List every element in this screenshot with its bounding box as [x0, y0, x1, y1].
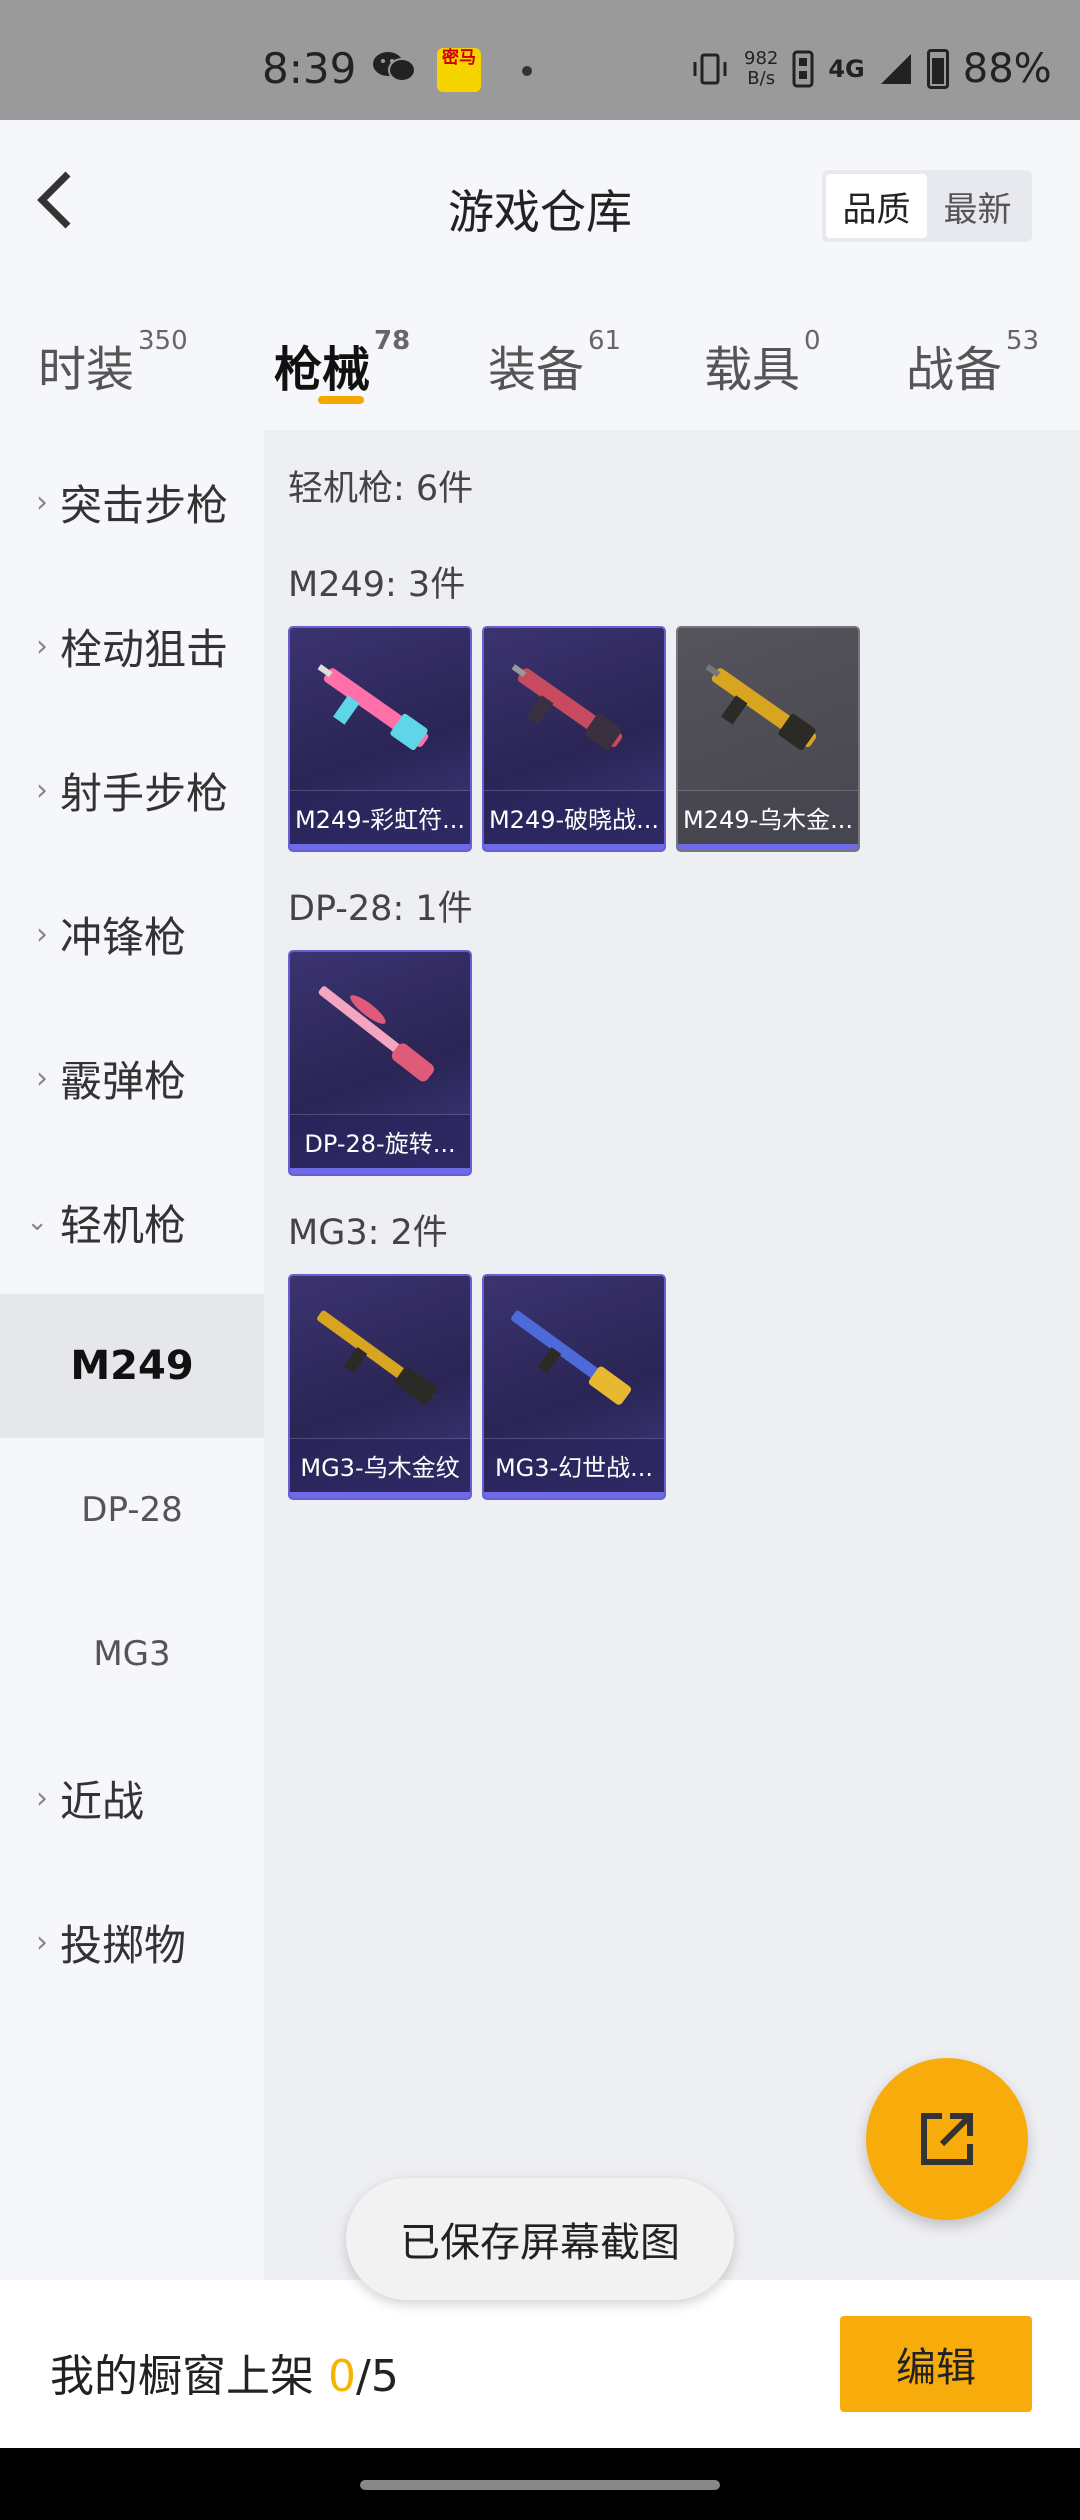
sidebar-item-smg[interactable]: › 冲锋枪	[0, 862, 264, 1006]
weapon-skin-image	[705, 664, 817, 751]
sidebar-item-shotgun[interactable]: › 霰弹枪	[0, 1006, 264, 1150]
network-type: 4G	[828, 55, 865, 83]
weapon-card[interactable]: MG3-幻世战...	[482, 1274, 666, 1500]
weapon-card[interactable]: M249-彩虹符...	[288, 626, 472, 852]
app-notification-icon: 密马	[437, 48, 481, 92]
wechat-icon	[373, 52, 416, 82]
weapon-name: M249-破晓战...	[484, 790, 664, 844]
tab-guns[interactable]: 枪械78	[274, 326, 410, 400]
sidebar-item-dmr[interactable]: › 射手步枪	[0, 718, 264, 862]
sidebar: › 突击步枪 › 栓动狙击 › 射手步枪 › 冲锋枪 › 霰弹枪 ⌄ 轻机枪 M249 DP…	[0, 430, 264, 2280]
chevron-right-icon: ›	[36, 1924, 48, 1960]
tab-vehicles[interactable]: 载具0	[704, 326, 821, 400]
weapon-card[interactable]: M249-乌木金...	[676, 626, 860, 852]
sort-quality-button[interactable]: 品质	[826, 174, 927, 238]
quality-bar	[290, 1168, 470, 1174]
sidebar-item-throwables[interactable]: › 投掷物	[0, 1870, 264, 2014]
status-time: 8:39	[262, 44, 357, 93]
sort-newest-button[interactable]: 最新	[927, 174, 1028, 238]
signal-icon	[880, 54, 911, 84]
share-fab-button[interactable]	[866, 2058, 1028, 2220]
category-tabs: 时装350 枪械78 装备61 载具0 战备53	[0, 290, 1080, 430]
chevron-down-icon: ⌄	[26, 1207, 48, 1237]
chevron-right-icon: ›	[36, 916, 48, 952]
showcase-bar: 我的橱窗上架 0/5 编辑	[0, 2280, 1080, 2448]
battery-percent: 88%	[962, 46, 1052, 92]
group-title: MG3: 2件	[288, 1213, 448, 1253]
weapon-name: MG3-乌木金纹	[290, 1438, 470, 1492]
data-icon	[792, 50, 814, 88]
sidebar-item-lmg[interactable]: ⌄ 轻机枪	[0, 1150, 264, 1294]
weapon-skin-image	[511, 1310, 632, 1405]
weapon-skin-image	[317, 664, 429, 751]
edit-button[interactable]: 编辑	[840, 2316, 1032, 2412]
quality-bar	[290, 844, 470, 850]
quality-bar	[484, 1492, 664, 1498]
chevron-right-icon: ›	[36, 484, 48, 520]
sidebar-sub-m249[interactable]: M249	[0, 1294, 264, 1438]
weapon-card[interactable]: DP-28-旋转...	[288, 950, 472, 1176]
sidebar-sub-dp28[interactable]: DP-28	[0, 1438, 264, 1582]
group-title: DP-28: 1件	[288, 889, 473, 929]
chevron-right-icon: ›	[36, 1780, 48, 1816]
weapon-skin-image	[317, 1310, 438, 1405]
sidebar-sub-mg3[interactable]: MG3	[0, 1582, 264, 1726]
active-tab-indicator	[318, 396, 364, 404]
chevron-right-icon: ›	[36, 628, 48, 664]
battery-icon	[926, 49, 949, 89]
weapon-name: M249-乌木金...	[678, 790, 858, 844]
weapon-name: M249-彩虹符...	[290, 790, 470, 844]
chevron-right-icon: ›	[36, 772, 48, 808]
group-title: M249: 3件	[288, 565, 466, 605]
sidebar-item-melee[interactable]: › 近战	[0, 1726, 264, 1870]
net-speed: 982 B/s	[744, 48, 779, 89]
tab-equipment[interactable]: 装备61	[488, 326, 621, 400]
system-nav-bar	[0, 2448, 1080, 2520]
share-external-icon	[921, 2113, 973, 2165]
quality-bar	[678, 844, 858, 850]
header: 游戏仓库 品质 最新	[0, 120, 1080, 290]
sidebar-item-bolt-sniper[interactable]: › 栓动狙击	[0, 574, 264, 718]
vibrate-icon	[693, 53, 727, 85]
tab-supplies[interactable]: 战备53	[906, 326, 1039, 400]
sort-toggle: 品质 最新	[822, 170, 1032, 242]
weapon-skin-image	[318, 986, 434, 1082]
showcase-status: 我的橱窗上架 0/5	[50, 2351, 399, 2402]
weapon-skin-image	[511, 664, 623, 751]
weapon-name: MG3-幻世战...	[484, 1438, 664, 1492]
quality-bar	[484, 844, 664, 850]
chevron-right-icon: ›	[36, 1060, 48, 1096]
item-list: 轻机枪: 6件 M249: 3件 M249-彩虹符... M249-破晓战...…	[264, 430, 1080, 2280]
home-indicator[interactable]	[360, 2480, 720, 2490]
status-bar: 8:39 密马 982 B/s 4G 88%	[0, 0, 1080, 120]
tab-fashion[interactable]: 时装350	[38, 326, 188, 400]
quality-bar	[290, 1492, 470, 1498]
weapon-card[interactable]: MG3-乌木金纹	[288, 1274, 472, 1500]
screenshot-saved-toast: 已保存屏幕截图	[346, 2178, 734, 2300]
category-summary: 轻机枪: 6件	[288, 469, 474, 509]
more-notifications-dot	[522, 66, 532, 76]
weapon-card[interactable]: M249-破晓战...	[482, 626, 666, 852]
sidebar-item-assault-rifle[interactable]: › 突击步枪	[0, 430, 264, 574]
weapon-name: DP-28-旋转...	[290, 1114, 470, 1168]
